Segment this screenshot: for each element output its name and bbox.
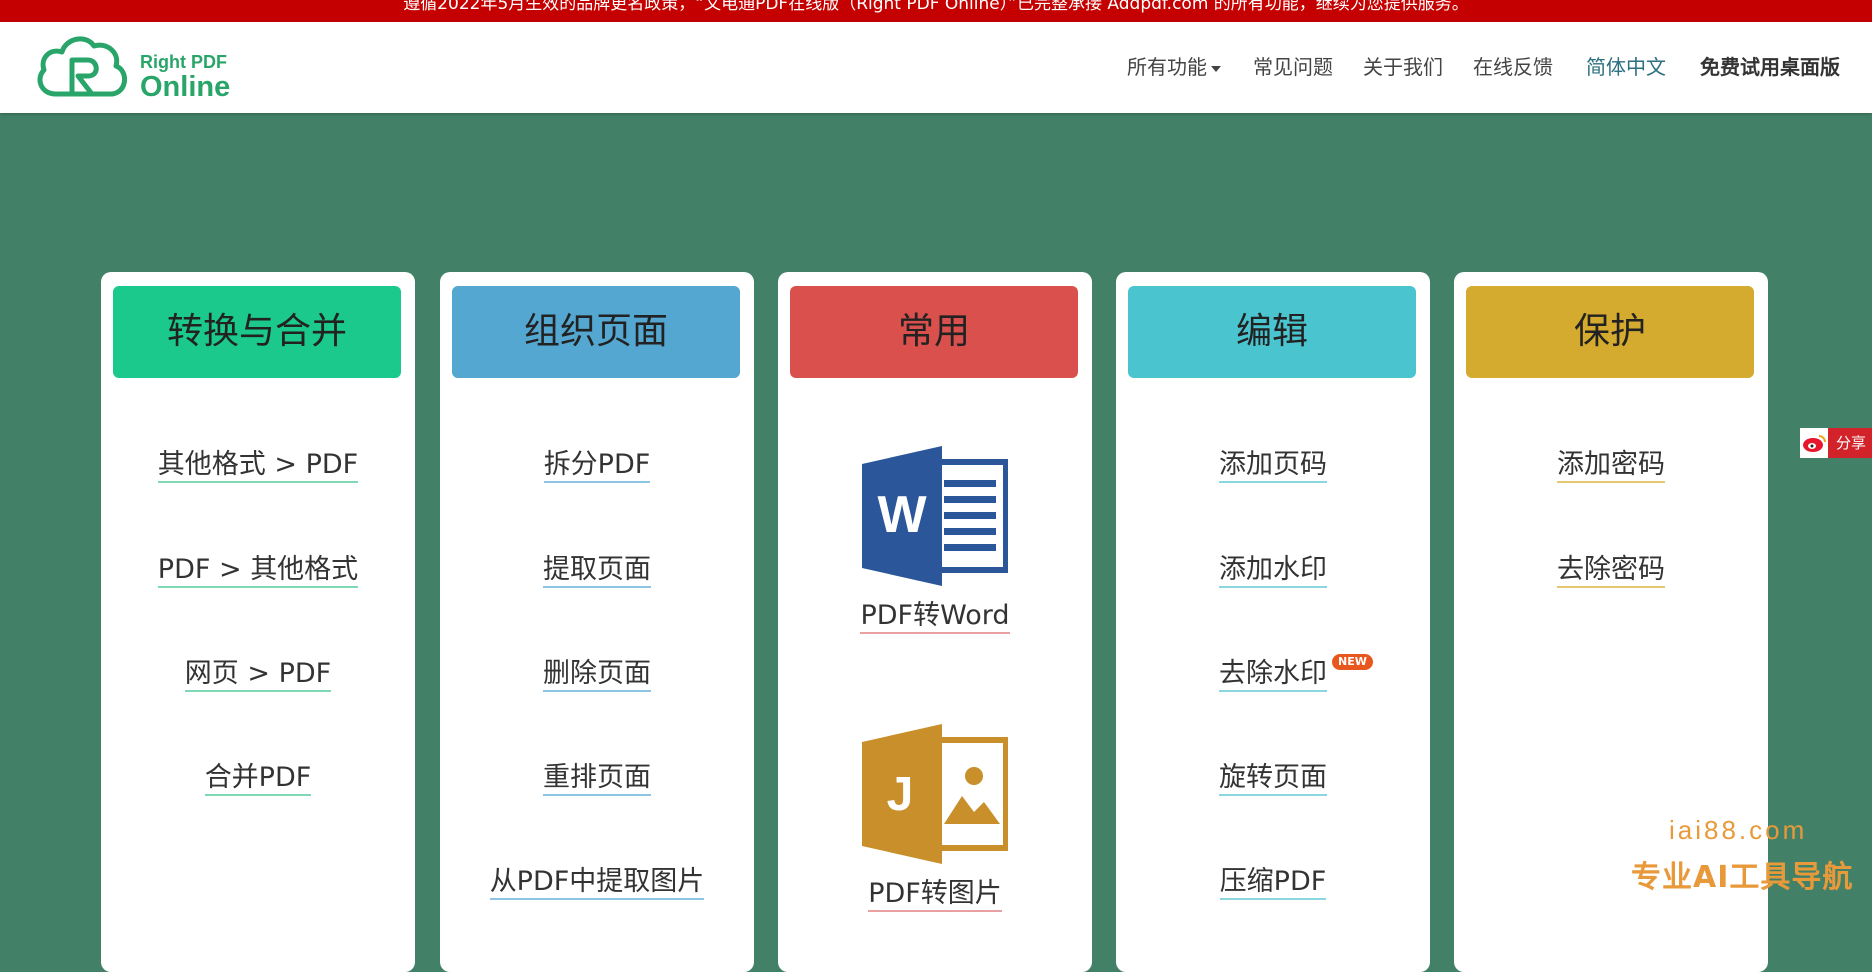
nav-all-features[interactable]: 所有功能 <box>1127 22 1221 113</box>
weibo-icon <box>1800 428 1828 458</box>
top-navigation: Right PDF Online 所有功能 常见问题 关于我们 在线反馈 简体中… <box>0 22 1872 113</box>
card-title-edit: 编辑 <box>1128 286 1416 378</box>
card-common: 常用 W PDF转Word J PDF转图片 <box>778 272 1092 972</box>
tool-pdf-to-other[interactable]: PDF > 其他格式 <box>101 552 415 588</box>
share-label: 分享 <box>1836 434 1867 452</box>
tool-remove-watermark[interactable]: 去除水印 <box>1116 656 1430 692</box>
tool-remove-password[interactable]: 去除密码 <box>1454 552 1768 588</box>
announcement-text: 遵循2022年5月生效的品牌更名政策，“文电通PDF在线版（Right PDF … <box>403 0 1469 14</box>
tool-pdf-to-word[interactable]: PDF转Word <box>778 598 1092 634</box>
tool-split-pdf[interactable]: 拆分PDF <box>440 447 754 483</box>
site-logo[interactable]: Right PDF Online <box>34 32 244 104</box>
tool-compress-pdf[interactable]: 压缩PDF <box>1116 864 1430 900</box>
tool-pdf-to-image[interactable]: PDF转图片 <box>778 876 1092 912</box>
tool-web-to-pdf[interactable]: 网页 > PDF <box>101 656 415 692</box>
tool-rotate-pages[interactable]: 旋转页面 <box>1116 760 1430 796</box>
nav-all-features-label: 所有功能 <box>1127 55 1207 79</box>
nav-feedback[interactable]: 在线反馈 <box>1473 22 1553 113</box>
tool-extract-pages[interactable]: 提取页面 <box>440 552 754 588</box>
caret-down-icon <box>1211 65 1221 72</box>
tool-add-page-numbers[interactable]: 添加页码 <box>1116 447 1430 483</box>
card-title-common: 常用 <box>790 286 1078 378</box>
tool-add-password[interactable]: 添加密码 <box>1454 447 1768 483</box>
card-title-protect: 保护 <box>1466 286 1754 378</box>
tool-add-watermark[interactable]: 添加水印 <box>1116 552 1430 588</box>
logo-line1: Right PDF <box>140 52 227 72</box>
nav-about[interactable]: 关于我们 <box>1363 22 1443 113</box>
card-organize-pages: 组织页面 拆分PDF 提取页面 删除页面 重排页面 从PDF中提取图片 <box>440 272 754 972</box>
card-title-organize-pages: 组织页面 <box>452 286 740 378</box>
card-title-convert-merge: 转换与合并 <box>113 286 401 378</box>
image-file-icon[interactable]: J <box>862 724 1008 864</box>
watermark-domain: iai88.com <box>1669 815 1808 845</box>
card-edit: 编辑 添加页码 添加水印 去除水印 NEW 旋转页面 压缩PDF <box>1116 272 1430 972</box>
announcement-banner: 遵循2022年5月生效的品牌更名政策，“文电通PDF在线版（Right PDF … <box>0 0 1872 22</box>
svg-text:J: J <box>887 768 914 821</box>
tool-reorder-pages[interactable]: 重排页面 <box>440 760 754 796</box>
nav-desktop-trial[interactable]: 免费试用桌面版 <box>1700 22 1840 113</box>
nav-faq[interactable]: 常见问题 <box>1253 22 1333 113</box>
tool-other-to-pdf[interactable]: 其他格式 > PDF <box>101 447 415 483</box>
card-convert-merge: 转换与合并 其他格式 > PDF PDF > 其他格式 网页 > PDF 合并P… <box>101 272 415 972</box>
new-badge: NEW <box>1332 654 1373 670</box>
nav-language[interactable]: 简体中文 <box>1586 22 1666 113</box>
tool-merge-pdf[interactable]: 合并PDF <box>101 760 415 796</box>
tool-extract-images[interactable]: 从PDF中提取图片 <box>440 864 754 900</box>
tool-delete-pages[interactable]: 删除页面 <box>440 656 754 692</box>
cloud-logo-icon <box>37 36 127 97</box>
share-button[interactable]: 分享 <box>1800 428 1872 458</box>
logo-line2: Online <box>140 71 231 103</box>
watermark-tagline: 专业AI工具导航 <box>1631 860 1854 895</box>
word-icon[interactable]: W <box>862 446 1008 586</box>
svg-text:W: W <box>877 486 927 544</box>
